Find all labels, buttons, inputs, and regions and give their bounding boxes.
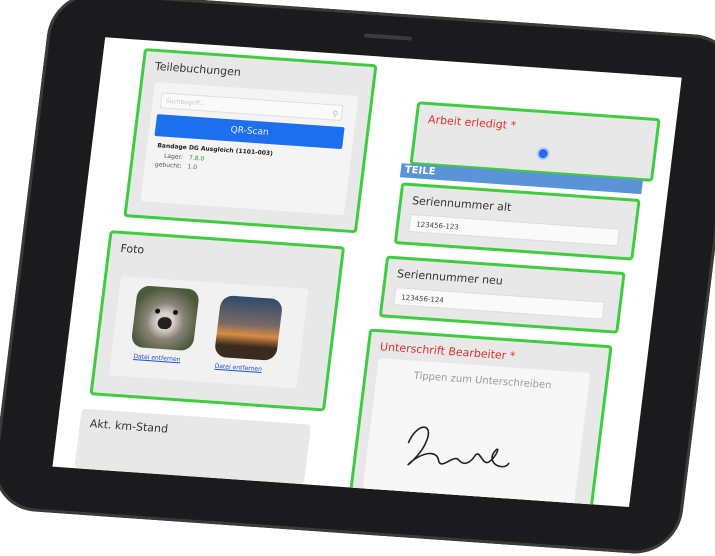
seriennummer-alt-input[interactable]: 123456-123: [408, 214, 620, 247]
gebucht-row: gebucht: 1.0: [155, 161, 198, 171]
lager-value: 7.8.0: [188, 154, 205, 163]
speaker-grille: [363, 33, 413, 41]
search-icon: ⚲: [331, 109, 339, 119]
seriennummer-neu-panel: Seriennummer neu 123456-124: [378, 255, 626, 334]
unterschrift-panel: Unterschrift Bearbeiter * Tippen zum Unt…: [345, 328, 613, 507]
signature-stroke: [407, 426, 510, 468]
remove-file-link[interactable]: Datei entfernen: [214, 363, 262, 373]
gebucht-value: 1.0: [187, 163, 198, 172]
field-label: Seriennummer neu: [396, 267, 504, 288]
koala-eye: [172, 309, 179, 316]
lager-label: Lager:: [163, 152, 184, 161]
field-label: Seriennummer alt: [411, 194, 513, 215]
tablet-frame: Teilebuchungen Suchbegriff... ⚲ QR-Scan …: [0, 0, 715, 556]
tablet-screen: Teilebuchungen Suchbegriff... ⚲ QR-Scan …: [52, 37, 682, 507]
signature-pad[interactable]: Tippen zum Unterschreiben: [360, 358, 591, 507]
seriennummer-alt-panel: Seriennummer alt 123456-123: [393, 182, 641, 261]
koala-nose: [156, 316, 173, 330]
koala-photo-thumbnail[interactable]: [130, 285, 200, 352]
lager-row: Lager: 7.8.0: [164, 153, 205, 163]
gebucht-label: gebucht:: [154, 161, 182, 170]
koala-eye: [154, 308, 161, 314]
seriennummer-neu-input[interactable]: 123456-124: [393, 287, 605, 320]
panel-title: Teilebuchungen: [154, 59, 242, 79]
sunset-photo-thumbnail[interactable]: [213, 295, 284, 361]
panel-title: Foto: [119, 241, 145, 257]
arbeit-erledigt-radio[interactable]: [538, 148, 549, 159]
photo-gallery: Datei entfernen Datei entfernen: [108, 275, 309, 389]
km-stand-panel: Akt. km-Stand: [74, 408, 312, 485]
search-placeholder: Suchbegriff...: [165, 97, 207, 108]
remove-file-link[interactable]: Datei entfernen: [133, 353, 181, 363]
foto-panel: Foto Datei entfernen Datei entfernen: [89, 230, 346, 412]
parts-booking-area: Suchbegriff... ⚲ QR-Scan Bandage DG Ausg…: [140, 81, 359, 216]
panel-title: Akt. km-Stand: [89, 417, 169, 436]
panel-title: Arbeit erledigt *: [427, 113, 517, 133]
teilebuchungen-panel: Teilebuchungen Suchbegriff... ⚲ QR-Scan …: [123, 48, 378, 234]
nav-bar-dots: · · · · ·: [241, 491, 427, 514]
